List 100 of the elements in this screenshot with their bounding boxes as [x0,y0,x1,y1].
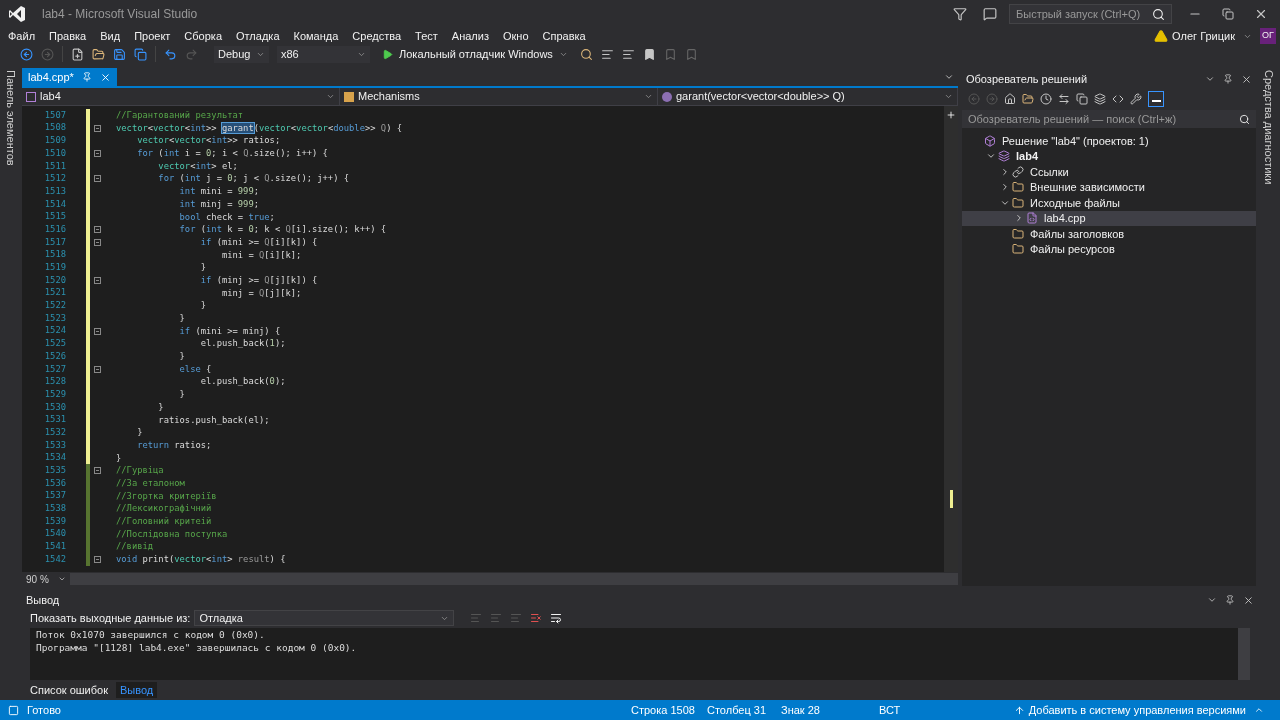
project-icon [26,91,36,102]
close-icon[interactable] [1241,73,1252,85]
search-icon[interactable] [1152,7,1165,21]
tree-item[interactable]: Ссылки [962,164,1256,180]
vertical-scrollbar[interactable] [1238,628,1250,680]
code-line: } [178,312,185,325]
source-control-button[interactable]: Добавить в систему управления версиями [1028,701,1246,719]
menu-item[interactable]: Команда [293,27,339,45]
user-name[interactable]: Олег Грицик [1172,27,1235,45]
tree-item[interactable]: Файлы ресурсов [962,241,1256,257]
toolbox-strip-label[interactable]: Панель элементов [2,70,20,166]
menu-item[interactable]: Сборка [184,27,222,45]
editor-tab[interactable]: lab4.cpp* [22,68,117,86]
vertical-scrollbar[interactable] [944,106,958,572]
split-icon[interactable] [946,110,956,120]
home-icon[interactable] [1004,93,1016,105]
folder-icon[interactable] [1022,93,1034,105]
open-folder-icon[interactable] [92,47,105,61]
filter-icon[interactable] [953,7,967,21]
word-wrap-icon[interactable] [550,612,563,624]
line-number: 1525 [43,337,67,351]
configuration-dropdown[interactable]: Debug [214,45,269,63]
menu-item[interactable]: Тест [415,27,438,45]
code-line: } [199,299,207,312]
zoom-dropdown[interactable]: 90 % [22,571,70,587]
fold-icon[interactable] [93,327,101,335]
menu-item[interactable]: Средства [352,27,402,45]
line-number: 1523 [43,311,67,325]
feedback-icon[interactable] [983,7,997,21]
tree-item[interactable]: lab4.cpp [962,210,1256,226]
output-source-dropdown[interactable]: Отладка [194,610,455,626]
menu-item[interactable]: Проект [134,27,171,45]
tree-item[interactable]: Внешние зависимости [962,179,1256,195]
quick-launch-field[interactable]: Быстрый запуск (Ctrl+Q) [1009,4,1172,24]
fold-icon[interactable] [93,365,101,373]
bookmark-icon[interactable] [642,47,656,61]
code-line: if (mini >= minj) { [178,324,281,338]
search-icon[interactable] [579,47,593,61]
back-icon[interactable] [20,47,33,61]
platform-dropdown[interactable]: x86 [277,45,370,63]
code-icon[interactable] [1112,93,1124,105]
user-avatar[interactable]: ОГ [1260,28,1276,44]
panel-tab[interactable]: Список ошибок [26,681,112,699]
caret-icon[interactable] [1254,705,1264,715]
menu-item[interactable]: Анализ [451,27,489,45]
close-icon[interactable] [1243,594,1254,606]
fold-icon[interactable] [93,149,101,157]
app-logo-icon [8,5,26,23]
menu-item[interactable]: Вид [100,27,121,45]
tree-item[interactable]: Файлы заголовков [962,226,1256,242]
fold-icon[interactable] [93,467,101,475]
sync-icon[interactable] [1058,93,1070,105]
code-line: vector<vector<int>> garant(vector<vector<double>> Q) { [116,121,403,135]
code-line: int minj = 999; [178,197,259,211]
menu-item[interactable]: Отладка [236,27,280,45]
horizontal-scrollbar[interactable] [70,573,958,585]
code-line: minj = Q[j][k]; [220,286,302,300]
diagnostics-strip-label[interactable]: Средства диагностики [1260,70,1278,185]
folder-icon [1012,227,1024,240]
save-icon[interactable] [113,47,126,61]
play-icon[interactable] [382,48,393,60]
undo-icon[interactable] [164,47,177,61]
menu-item[interactable]: Справка [542,27,586,45]
pin-icon[interactable] [1223,74,1233,84]
panel-tab[interactable]: Вывод [116,681,158,699]
line-number: 1528 [43,375,67,389]
clock-icon[interactable] [1040,93,1052,105]
fold-icon[interactable] [93,124,101,132]
close-icon[interactable] [1254,7,1268,21]
tree-item[interactable]: lab4 [962,148,1256,164]
navigation-dropdown[interactable]: garant(vector<vector<double>> Q) [658,88,958,105]
navigation-dropdown[interactable]: lab4 [22,88,340,105]
fold-icon[interactable] [93,276,101,284]
close-icon[interactable] [99,71,111,83]
new-file-icon[interactable] [71,47,84,61]
tree-item[interactable]: Исходные файлы [962,195,1256,211]
arrow-up-icon[interactable] [1013,704,1025,716]
preview-toggle[interactable] [1148,91,1164,107]
line-number: 1537 [43,489,67,503]
navigation-dropdown[interactable]: Mechanisms [340,88,658,105]
line-number: 1524 [43,324,67,338]
output-source-label: Показать выходные данные из: [30,610,191,626]
menu-item[interactable]: Файл [8,27,36,45]
wrench-icon[interactable] [1130,93,1142,105]
menu-item[interactable]: Правка [49,27,87,45]
fold-icon[interactable] [93,555,101,563]
pin-icon[interactable] [1225,595,1235,605]
pin-icon[interactable] [81,72,92,82]
restore-icon[interactable] [1222,8,1234,20]
clear-all-icon[interactable] [530,612,543,624]
run-button[interactable]: Локальный отладчик Windows [378,45,572,63]
line-number: 1540 [43,527,67,541]
line-number: 1530 [43,400,67,414]
search-field[interactable]: Обозреватель решений — поиск (Ctrl+ж) [962,110,1256,128]
code-line: for (int k = 0; k < Q[i].size(); k++) { [178,223,387,236]
fold-icon[interactable] [93,175,101,183]
menu-item[interactable]: Окно [502,27,529,45]
tree-item[interactable]: Решение "lab4" (проектов: 1) [962,133,1256,149]
search-icon[interactable] [1239,113,1250,125]
code-line: //Головний критеій [116,515,212,528]
